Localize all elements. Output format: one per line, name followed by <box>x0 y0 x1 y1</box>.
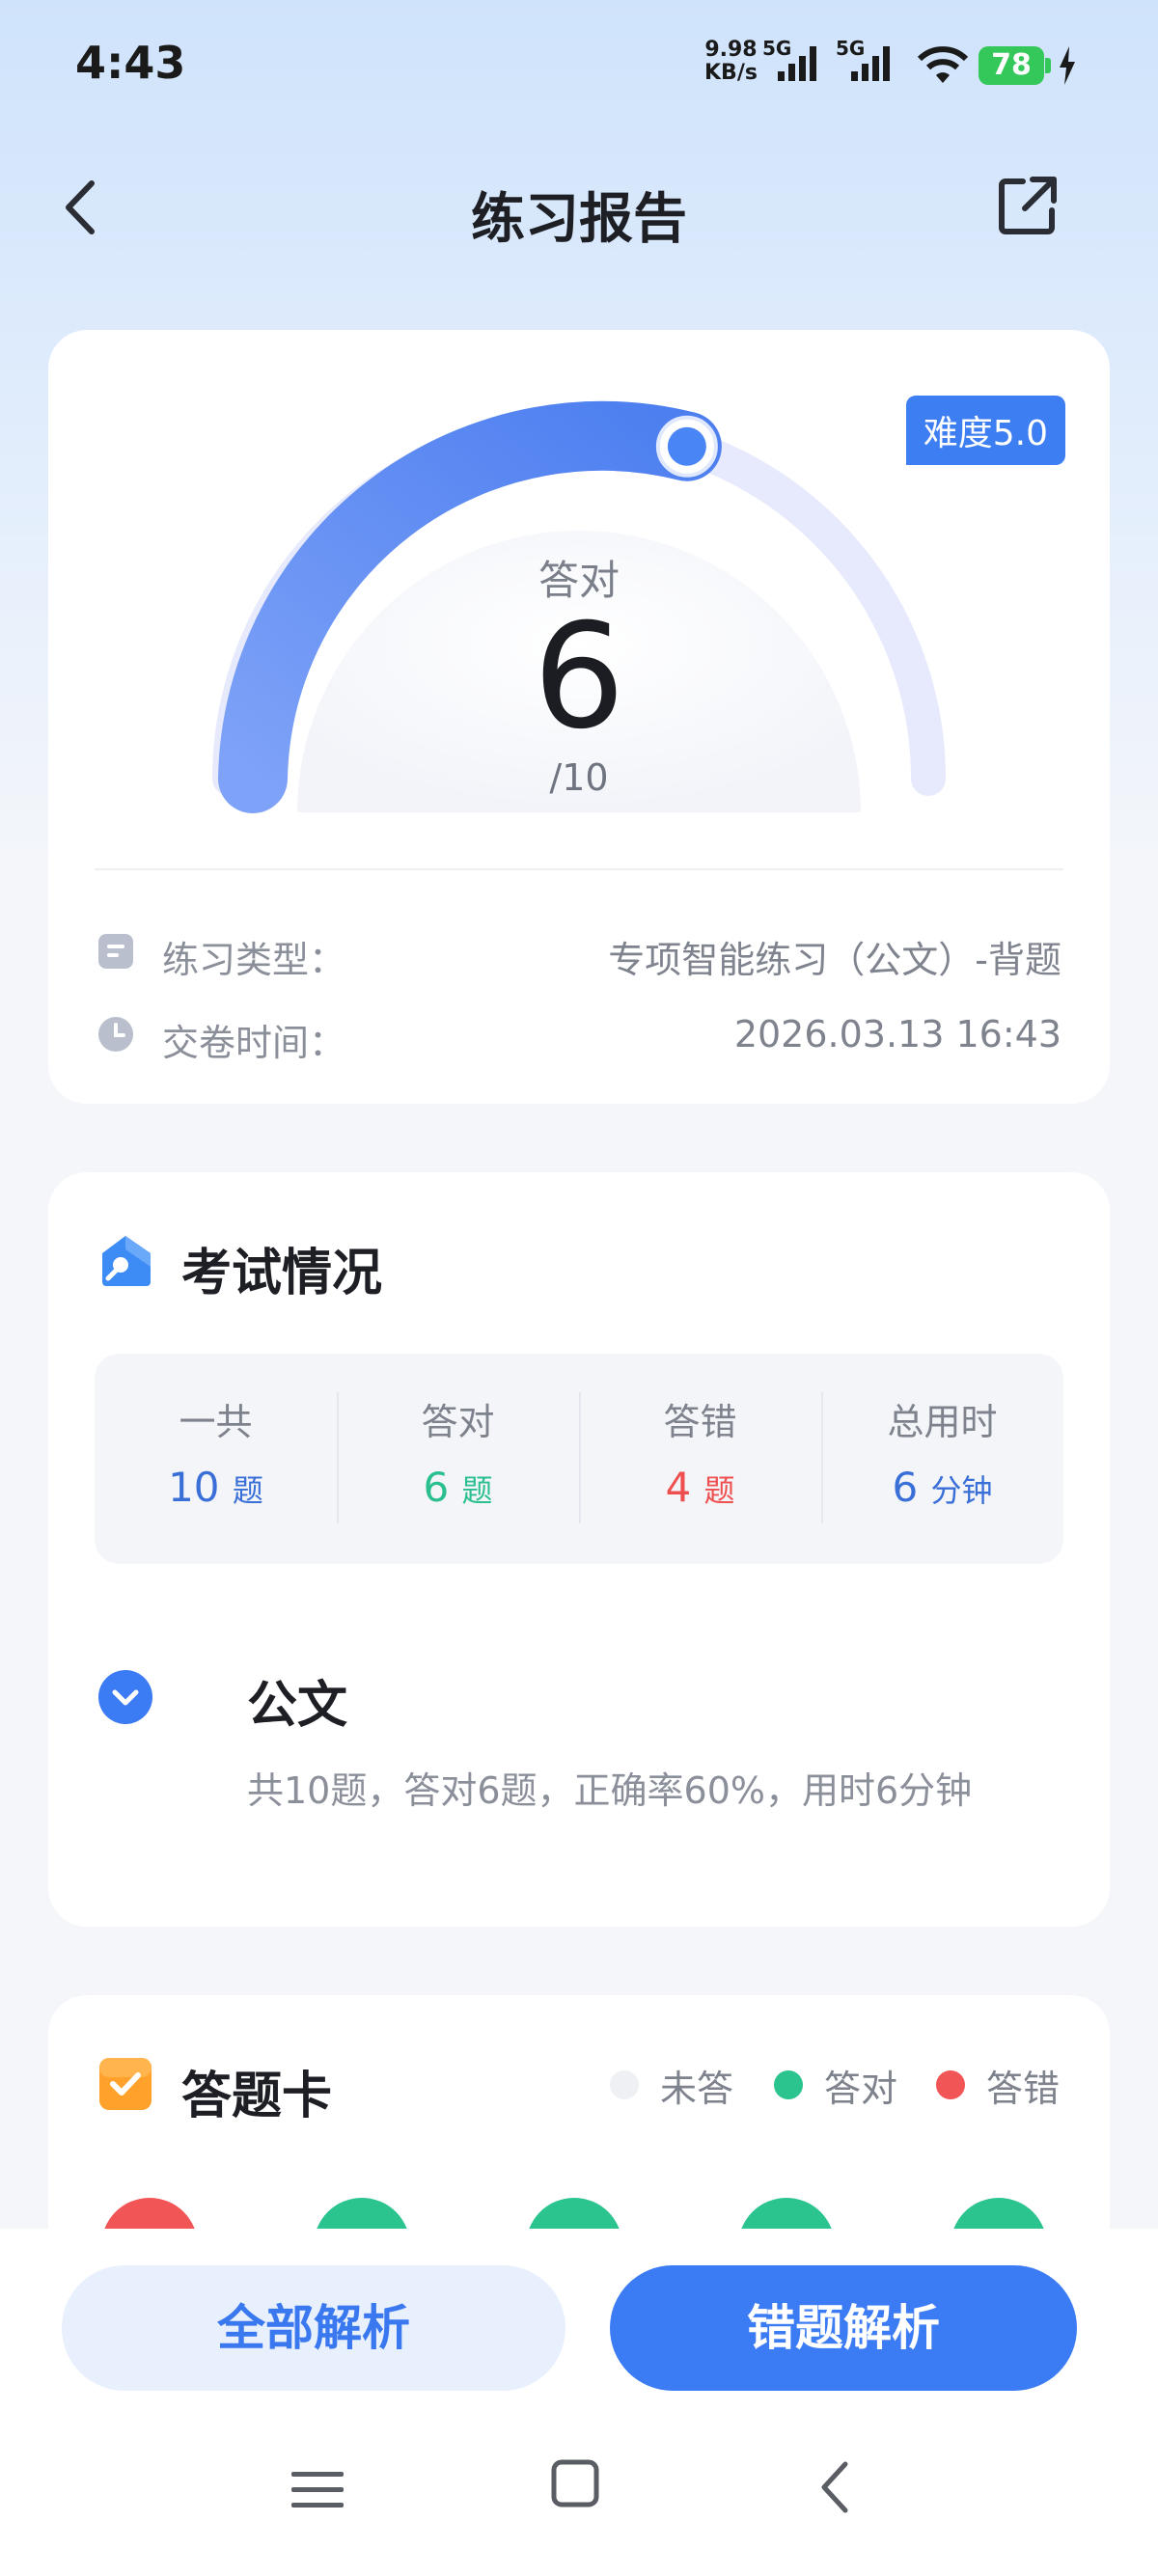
exam-key-icon <box>102 1236 151 1286</box>
stat-wrong-value: 4 <box>665 1464 692 1511</box>
share-button[interactable] <box>994 172 1062 239</box>
legend-dot <box>774 2070 803 2099</box>
stat-total: 一共 10 题 <box>168 1401 263 1511</box>
stat-wrong: 答错 4 题 <box>663 1401 737 1511</box>
score-value: 6 <box>533 593 625 761</box>
legend-dot <box>936 2070 965 2099</box>
legend-dot <box>610 2070 639 2099</box>
page-title: 练习报告 <box>471 188 687 251</box>
home-nav-button[interactable] <box>548 2453 602 2510</box>
cellular-signal-icon: 5G <box>762 37 840 85</box>
document-icon <box>98 934 133 969</box>
exam-summary-card: 考试情况 一共 10 题 答对 6 题 答错 4 题 总用时 6 分钟 公文 共… <box>48 1172 1110 1927</box>
title-bar: 练习报告 <box>0 154 1158 260</box>
wifi-icon <box>917 46 969 83</box>
all-analysis-button[interactable]: 全部解析 <box>62 2265 565 2391</box>
network-speed: 9.98 KB/s <box>704 38 758 85</box>
score-card: 难度5.0 答对 6 /10 练习类型： 专项智能练习（公文）-背题 交卷时间：… <box>48 330 1110 1104</box>
battery-icon: 78 <box>979 46 1044 85</box>
status-bar: 4:43 9.98 KB/s 5G 5G 78 <box>0 0 1158 135</box>
stat-duration-value: 6 <box>892 1464 919 1511</box>
submit-time-row: 交卷时间： 2026.03.13 16:43 <box>96 1005 1062 1064</box>
cellular-signal-2-icon: 5G <box>836 37 913 85</box>
answer-sheet-title: 答题卡 <box>181 2068 333 2125</box>
submit-time-label: 交卷时间： <box>162 1022 346 1064</box>
chevron-down-icon[interactable] <box>96 1668 154 1726</box>
submit-time-value: 2026.03.13 16:43 <box>733 1013 1062 1055</box>
subject-row[interactable]: 公文 共10题，答对6题，正确率60%，用时6分钟 <box>96 1655 1062 1848</box>
bottom-action-bar: 全部解析 错题解析 <box>0 2229 1158 2576</box>
back-nav-button[interactable] <box>811 2456 859 2518</box>
stat-total-value: 10 <box>168 1464 220 1511</box>
practice-type-row: 练习类型： 专项智能练习（公文）-背题 <box>96 922 1062 981</box>
exam-section-header: 考试情况 <box>96 1228 1062 1302</box>
subject-summary: 共10题，答对6题，正确率60%，用时6分钟 <box>247 1769 973 1812</box>
score-total: /10 <box>549 756 609 799</box>
practice-type-label: 练习类型： <box>162 939 346 981</box>
stat-correct-value: 6 <box>423 1464 450 1511</box>
exam-stats: 一共 10 题 答对 6 题 答错 4 题 总用时 6 分钟 <box>95 1354 1063 1564</box>
status-time: 4:43 <box>75 37 186 89</box>
menu-nav-button[interactable] <box>286 2460 349 2518</box>
gauge-knob-dot <box>667 426 706 466</box>
practice-type-value: 专项智能练习（公文）-背题 <box>608 939 1062 981</box>
wrong-analysis-button[interactable]: 错题解析 <box>610 2265 1077 2391</box>
charging-icon <box>1060 46 1075 85</box>
answer-legend: 未答 答对 答错 <box>610 2057 1063 2110</box>
checkbox-icon <box>99 2058 152 2110</box>
battery-tip <box>1045 58 1051 73</box>
divider <box>95 868 1063 870</box>
subject-name: 公文 <box>247 1677 348 1735</box>
stat-correct: 答对 6 题 <box>421 1401 495 1511</box>
exam-section-title: 考试情况 <box>181 1245 383 1302</box>
stat-duration: 总用时 6 分钟 <box>887 1401 998 1511</box>
clock-icon <box>98 1017 133 1052</box>
